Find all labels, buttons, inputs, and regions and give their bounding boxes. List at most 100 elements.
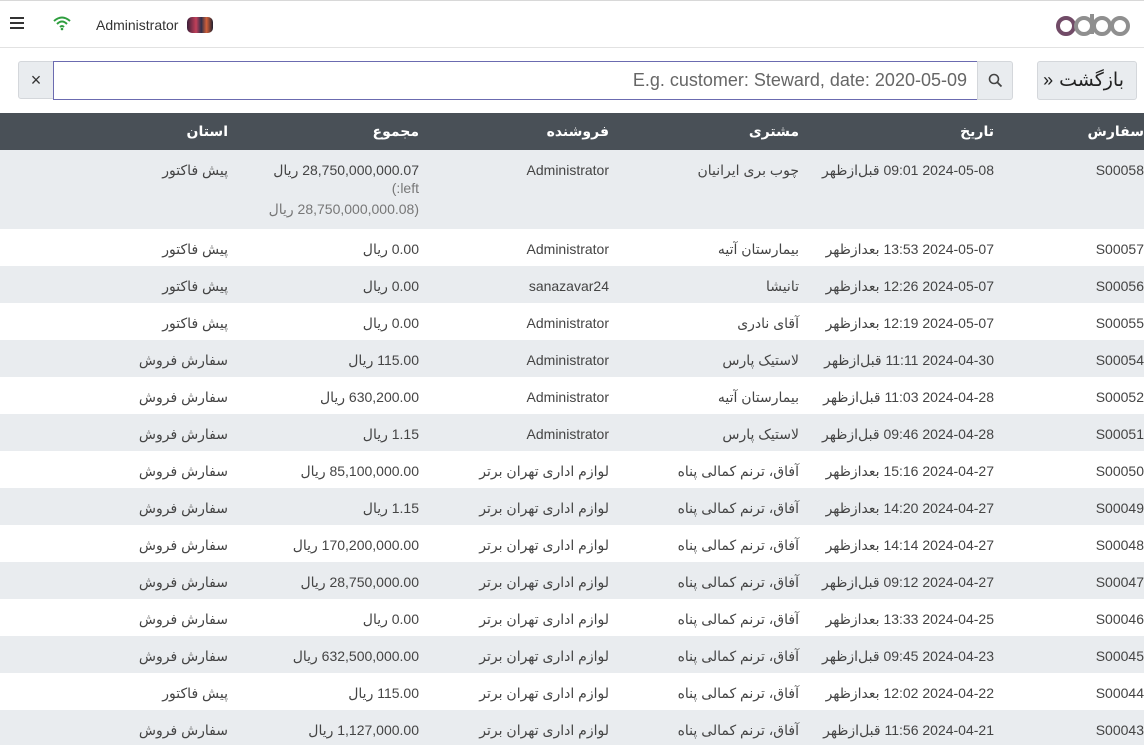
column-header-seller[interactable]: فروشنده xyxy=(419,113,609,150)
cell-seller: Administrator xyxy=(526,352,609,368)
wifi-icon xyxy=(53,16,71,31)
cell-total: 0.00 ریال xyxy=(362,315,419,331)
cell-date: 2024-04-22 12:02 بعدازظهر xyxy=(825,685,994,701)
cell-date: 2024-05-07 12:26 بعدازظهر xyxy=(825,278,994,294)
column-header-total[interactable]: مجموع xyxy=(228,113,419,150)
table-row[interactable]: S00055 2024-05-07 12:19 بعدازظهر آقای نا… xyxy=(0,303,1144,340)
avatar[interactable] xyxy=(187,17,213,33)
cell-order: S00049 xyxy=(1095,500,1144,516)
cell-total-note: left:) xyxy=(391,180,419,196)
cell-seller: لوازم اداری تهران برتر xyxy=(479,722,609,738)
cell-order: S00056 xyxy=(1095,278,1144,294)
cell-order: S00058 xyxy=(1095,162,1144,178)
cell-seller: لوازم اداری تهران برتر xyxy=(479,611,609,627)
cell-customer: آفاق، ترنم کمالی پناه xyxy=(677,463,799,479)
cell-order: S00048 xyxy=(1095,537,1144,553)
cell-customer: آفاق، ترنم کمالی پناه xyxy=(677,722,799,738)
cell-state: سفارش فروش xyxy=(138,722,228,738)
table-row[interactable]: S00056 2024-05-07 12:26 بعدازظهر تانیشا … xyxy=(0,266,1144,303)
cell-total: 0.00 ریال xyxy=(362,241,419,257)
clear-search-button[interactable]: × xyxy=(18,61,54,99)
column-header-order[interactable]: سفارش xyxy=(994,113,1144,150)
cell-date: 2024-04-25 13:33 بعدازظهر xyxy=(825,611,994,627)
cell-seller: لوازم اداری تهران برتر xyxy=(479,463,609,479)
table-row[interactable]: S00047 2024-04-27 09:12 قبل‌ازظهر آفاق، … xyxy=(0,562,1144,599)
cell-order: S00044 xyxy=(1095,685,1144,701)
cell-date: 2024-04-27 09:12 قبل‌ازظهر xyxy=(822,574,994,590)
cell-seller: لوازم اداری تهران برتر xyxy=(479,685,609,701)
search-input[interactable] xyxy=(53,61,978,100)
cell-date: 2024-04-27 14:20 بعدازظهر xyxy=(825,500,994,516)
table-row[interactable]: S00054 2024-04-30 11:11 قبل‌ازظهر لاستیک… xyxy=(0,340,1144,377)
cell-date: 2024-04-23 09:45 قبل‌ازظهر xyxy=(822,648,994,664)
cell-total: 115.00 ریال xyxy=(348,352,419,368)
close-icon: × xyxy=(30,70,42,90)
table-row[interactable]: S00058 2024-05-08 09:01 قبل‌ازظهر چوب بر… xyxy=(0,150,1144,229)
cell-total: 1.15 ریال xyxy=(362,426,419,442)
column-header-customer[interactable]: مشتری xyxy=(609,113,799,150)
cell-total: 28,750,000,000.07 ریال left:) (28,750,00… xyxy=(228,150,419,229)
cell-order: S00046 xyxy=(1095,611,1144,627)
cell-date: 2024-05-07 12:19 بعدازظهر xyxy=(825,315,994,331)
column-header-state[interactable]: استان xyxy=(0,113,229,150)
cell-customer: آفاق، ترنم کمالی پناه xyxy=(677,685,799,701)
cell-customer: آفاق، ترنم کمالی پناه xyxy=(677,500,799,516)
cell-order: S00045 xyxy=(1095,648,1144,664)
hamburger-menu-icon[interactable] xyxy=(10,17,24,31)
cell-order: S00055 xyxy=(1095,315,1144,331)
cell-customer: لاستیک پارس xyxy=(722,426,799,442)
search-icon xyxy=(988,73,1003,88)
cell-seller: لوازم اداری تهران برتر xyxy=(479,648,609,664)
table-row[interactable]: S00048 2024-04-27 14:14 بعدازظهر آفاق، ت… xyxy=(0,525,1144,562)
cell-state: سفارش فروش xyxy=(138,426,228,442)
back-button[interactable]: بازگشت« xyxy=(1037,61,1137,100)
orders-table-container: سفارش تاریخ مشتری فروشنده مجموع استان S0… xyxy=(0,113,1144,745)
cell-customer: بیمارستان آتیه xyxy=(717,241,799,257)
cell-date: 2024-04-30 11:11 قبل‌ازظهر xyxy=(824,352,994,368)
cell-order: S00052 xyxy=(1095,389,1144,405)
back-button-label: بازگشت xyxy=(1059,70,1124,91)
cell-state: پیش فاکتور xyxy=(162,162,228,178)
table-row[interactable]: S00057 2024-05-07 13:53 بعدازظهر بیمارست… xyxy=(0,229,1144,266)
cell-order: S00043 xyxy=(1095,722,1144,738)
search-button[interactable] xyxy=(977,61,1013,100)
cell-state: سفارش فروش xyxy=(138,463,228,479)
cell-total: 28,750,000.00 ریال xyxy=(300,574,419,590)
cell-customer: بیمارستان آتیه xyxy=(717,389,799,405)
user-menu-name[interactable]: Administrator xyxy=(96,17,178,33)
cell-date: 2024-04-28 09:46 قبل‌ازظهر xyxy=(822,426,994,442)
table-row[interactable]: S00043 2024-04-21 11:56 قبل‌ازظهر آفاق، … xyxy=(0,710,1144,745)
cell-total: 632,500,000.00 ریال xyxy=(292,648,419,664)
cell-total: 1.15 ریال xyxy=(362,500,419,516)
cell-state: پیش فاکتور xyxy=(162,278,228,294)
cell-customer: لاستیک پارس xyxy=(722,352,799,368)
table-row[interactable]: S00044 2024-04-22 12:02 بعدازظهر آفاق، ت… xyxy=(0,673,1144,710)
cell-date: 2024-05-08 09:01 قبل‌ازظهر xyxy=(822,162,994,178)
table-row[interactable]: S00045 2024-04-23 09:45 قبل‌ازظهر آفاق، … xyxy=(0,636,1144,673)
cell-total: 115.00 ریال xyxy=(348,685,419,701)
table-row[interactable]: S00052 2024-04-28 11:03 قبل‌ازظهر بیمارس… xyxy=(0,377,1144,414)
cell-order: S00050 xyxy=(1095,463,1144,479)
table-row[interactable]: S00046 2024-04-25 13:33 بعدازظهر آفاق، ت… xyxy=(0,599,1144,636)
cell-state: سفارش فروش xyxy=(138,389,228,405)
column-header-date[interactable]: تاریخ xyxy=(799,113,994,150)
cell-order: S00054 xyxy=(1095,352,1144,368)
table-header-row: سفارش تاریخ مشتری فروشنده مجموع استان xyxy=(0,113,1144,150)
table-row[interactable]: S00049 2024-04-27 14:20 بعدازظهر آفاق، ت… xyxy=(0,488,1144,525)
table-row[interactable]: S00050 2024-04-27 15:16 بعدازظهر آفاق، ت… xyxy=(0,451,1144,488)
odoo-logo xyxy=(1056,14,1130,36)
cell-total: 1,127,000.00 ریال xyxy=(308,722,419,738)
cell-state: سفارش فروش xyxy=(138,648,228,664)
cell-total: 0.00 ریال xyxy=(362,611,419,627)
cell-seller: Administrator xyxy=(526,426,609,442)
cell-state: پیش فاکتور xyxy=(162,241,228,257)
cell-state: سفارش فروش xyxy=(138,500,228,516)
cell-seller: Administrator xyxy=(526,241,609,257)
table-row[interactable]: S00051 2024-04-28 09:46 قبل‌ازظهر لاستیک… xyxy=(0,414,1144,451)
cell-customer: آفاق، ترنم کمالی پناه xyxy=(677,611,799,627)
cell-order: S00051 xyxy=(1095,426,1144,442)
cell-state: سفارش فروش xyxy=(138,352,228,368)
cell-date: 2024-05-07 13:53 بعدازظهر xyxy=(825,241,994,257)
cell-seller: sanazavar24 xyxy=(528,278,609,294)
search-bar: × بازگشت« xyxy=(0,48,1144,114)
